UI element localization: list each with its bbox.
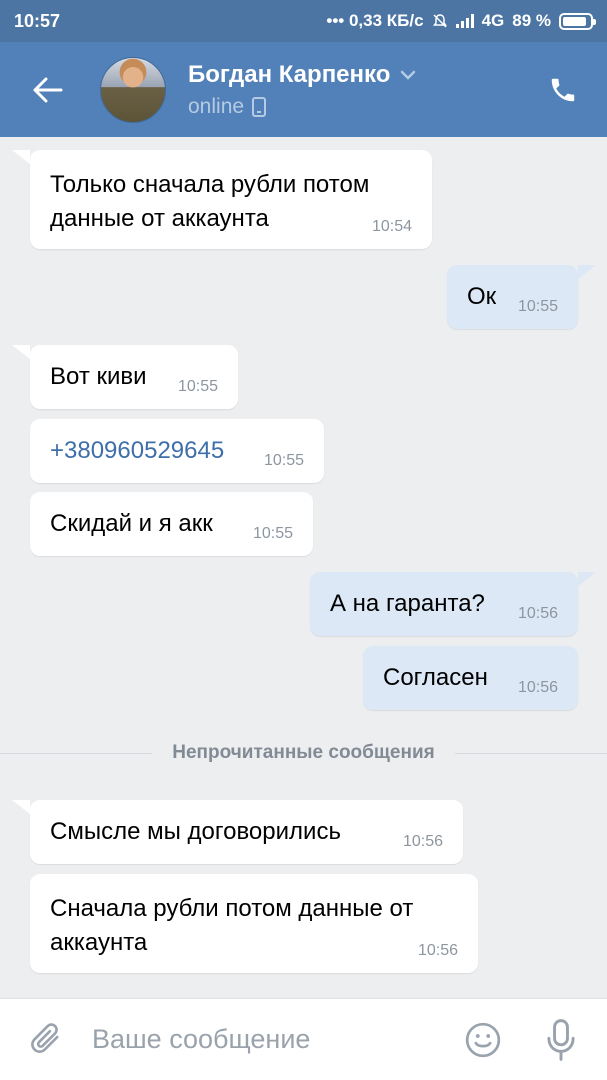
network-speed: ••• 0,33 КБ/с bbox=[326, 11, 424, 30]
divider-line bbox=[0, 752, 153, 754]
unread-label: Непрочитанные сообщения bbox=[172, 742, 435, 763]
bubble-tail bbox=[12, 800, 30, 814]
message-text: Согласен bbox=[383, 664, 488, 691]
smile-icon bbox=[465, 1022, 501, 1057]
message-bubble-incoming[interactable]: Только сначала рубли потом данные от акк… bbox=[30, 150, 432, 249]
bubble-tail bbox=[12, 345, 30, 359]
message-time: 10:55 bbox=[517, 298, 558, 315]
emoji-button[interactable] bbox=[459, 1016, 507, 1064]
message-input[interactable] bbox=[92, 1024, 459, 1055]
voice-button[interactable] bbox=[537, 1016, 585, 1064]
unread-divider: Непрочитанные сообщения bbox=[0, 738, 607, 768]
composer-bar bbox=[0, 998, 607, 1080]
contact-avatar[interactable] bbox=[100, 56, 166, 123]
mobile-icon bbox=[252, 96, 267, 117]
attach-button[interactable] bbox=[22, 1015, 72, 1065]
chat-header: Богдан Карпенко online bbox=[0, 42, 607, 137]
message-time: 10:56 bbox=[402, 833, 443, 850]
call-button[interactable] bbox=[543, 70, 583, 110]
bubble-tail bbox=[578, 572, 596, 586]
divider-line bbox=[454, 752, 607, 754]
message-bubble-outgoing[interactable]: Согласен 10:56 bbox=[363, 646, 578, 710]
message-bubble-incoming[interactable]: Смысле мы договорились 10:56 bbox=[30, 800, 463, 864]
phone-link[interactable]: +380960529645 bbox=[50, 437, 224, 464]
battery-icon bbox=[559, 12, 596, 30]
message-text: Сначала рубли потом данные от bbox=[50, 895, 414, 922]
message-bubble-incoming[interactable]: Вот киви 10:55 bbox=[30, 345, 238, 409]
message-text: Ок bbox=[467, 283, 497, 310]
message-text: аккаунта bbox=[50, 929, 148, 956]
message-time: 10:55 bbox=[263, 452, 304, 469]
microphone-icon bbox=[547, 1018, 575, 1061]
message-time: 10:56 bbox=[517, 605, 558, 622]
signal-icon bbox=[455, 14, 474, 28]
message-text: Вот киви bbox=[50, 363, 147, 390]
contact-info[interactable]: Богдан Карпенко online bbox=[188, 61, 416, 119]
message-text: Только сначала рубли потом bbox=[50, 171, 370, 198]
message-bubble-incoming[interactable]: +380960529645 10:55 bbox=[30, 419, 324, 483]
status-indicators: ••• 0,33 КБ/с 4G 89 % bbox=[326, 11, 596, 31]
contact-name: Богдан Карпенко bbox=[188, 60, 391, 88]
message-time: 10:56 bbox=[517, 679, 558, 696]
message-time: 10:56 bbox=[417, 942, 458, 959]
message-time: 10:54 bbox=[371, 218, 412, 235]
network-type: 4G bbox=[481, 11, 505, 30]
message-text: Смысле мы договорились bbox=[50, 818, 341, 845]
notifications-off-icon bbox=[432, 13, 448, 29]
message-bubble-outgoing[interactable]: Ок 10:55 bbox=[447, 265, 578, 329]
bubble-tail bbox=[12, 150, 30, 164]
status-time: 10:57 bbox=[14, 10, 61, 31]
message-bubble-incoming[interactable]: Сначала рубли потом данные от аккаунта 1… bbox=[30, 874, 478, 973]
message-text: данные от аккаунта bbox=[50, 205, 269, 232]
arrow-left-icon bbox=[33, 77, 63, 102]
message-time: 10:55 bbox=[252, 525, 293, 542]
phone-icon bbox=[551, 78, 575, 101]
contact-status: online bbox=[188, 94, 245, 118]
message-bubble-outgoing[interactable]: А на гаранта? 10:56 bbox=[310, 572, 578, 636]
back-button[interactable] bbox=[18, 60, 78, 120]
battery-percent: 89 % bbox=[512, 11, 551, 30]
status-bar: 10:57 ••• 0,33 КБ/с 4G 89 % bbox=[0, 0, 607, 42]
bubble-tail bbox=[578, 265, 596, 279]
message-text: Скидай и я акк bbox=[50, 510, 213, 537]
message-time: 10:55 bbox=[177, 378, 218, 395]
chevron-down-icon bbox=[401, 70, 416, 80]
message-text: А на гаранта? bbox=[330, 590, 485, 617]
paperclip-icon bbox=[31, 1022, 59, 1053]
message-bubble-incoming[interactable]: Скидай и я акк 10:55 bbox=[30, 492, 313, 556]
